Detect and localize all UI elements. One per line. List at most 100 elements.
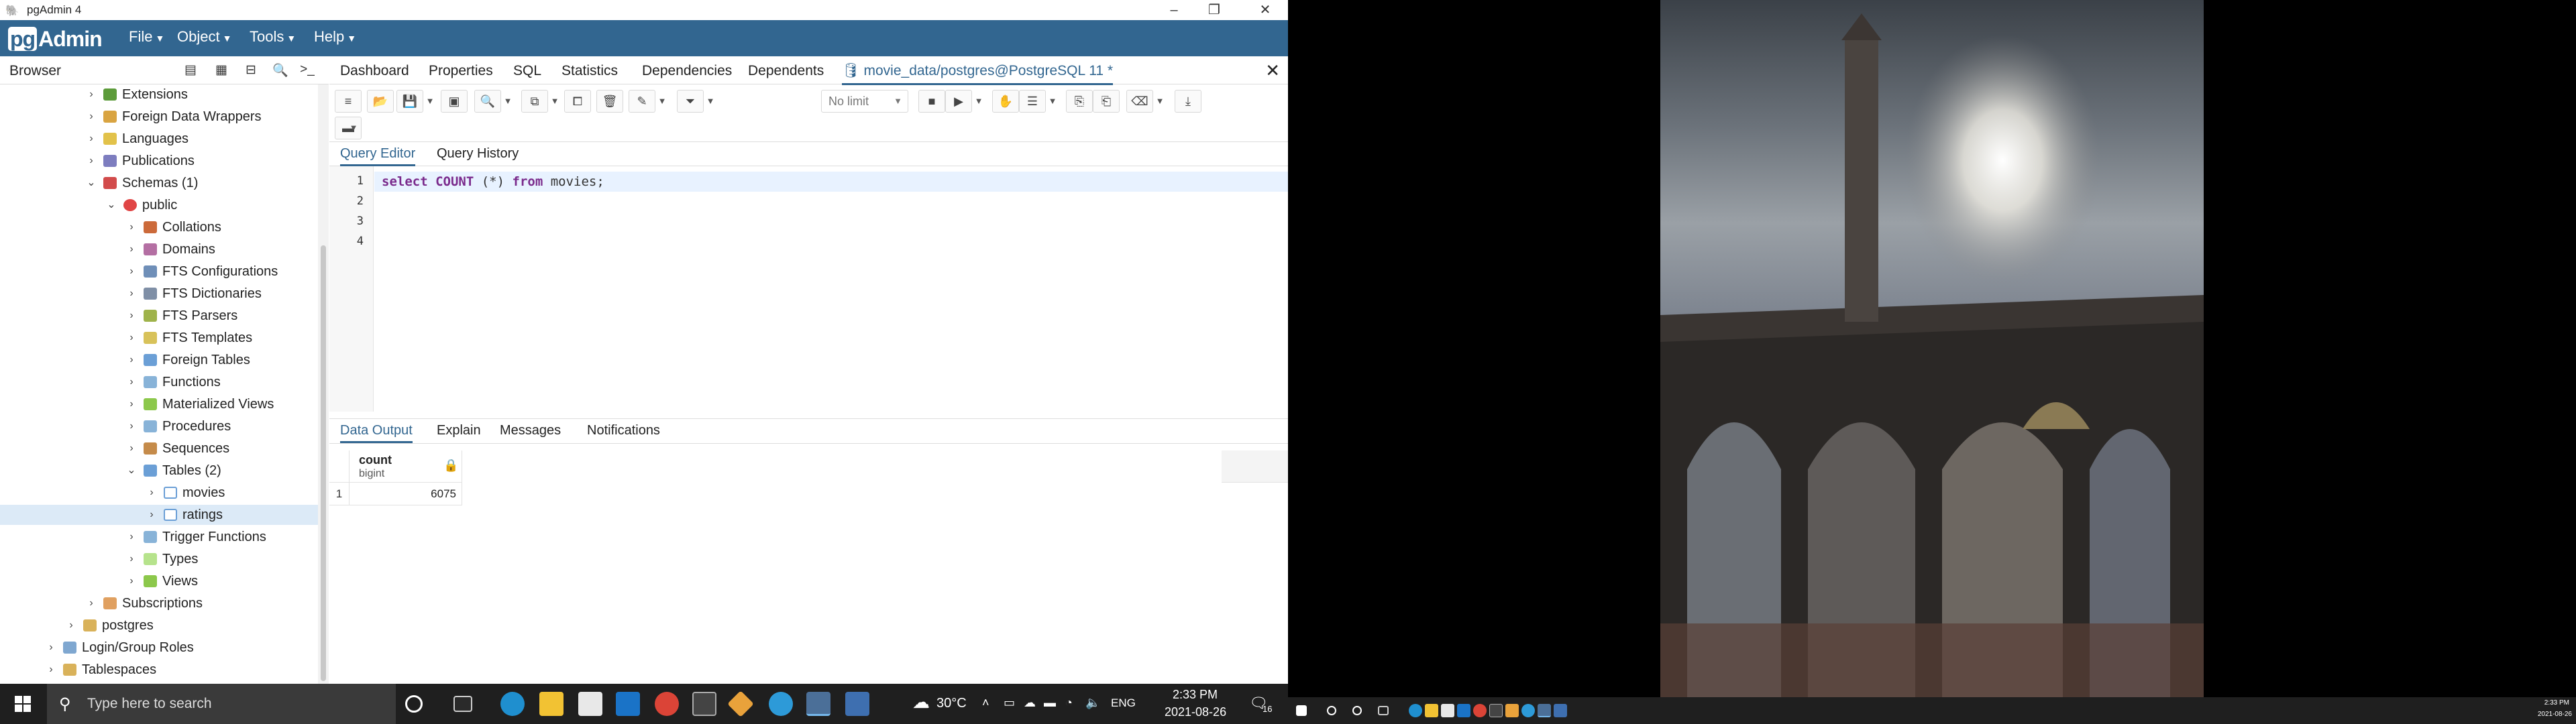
tab-notifications[interactable]: Notifications xyxy=(587,423,660,438)
close-tab-button[interactable]: ✕ xyxy=(1265,60,1280,81)
chevron-right-icon[interactable]: › xyxy=(126,328,137,348)
store-icon[interactable] xyxy=(578,692,602,716)
tab-dependents[interactable]: Dependents xyxy=(748,63,824,79)
chevron-right-icon[interactable]: › xyxy=(126,571,137,591)
chevron-right-icon[interactable]: › xyxy=(86,84,97,105)
chevron-right-icon[interactable]: › xyxy=(126,306,137,326)
tree-node-functions[interactable]: › Functions xyxy=(0,372,318,392)
tree-node-trigger-functions[interactable]: › Trigger Functions xyxy=(0,527,318,547)
chevron-right-icon[interactable]: › xyxy=(126,394,137,414)
file-explorer-icon[interactable] xyxy=(1425,704,1438,717)
chevron-right-icon[interactable]: › xyxy=(146,505,157,525)
tab-properties[interactable]: Properties xyxy=(429,63,493,79)
filter-icon[interactable]: ⏷ xyxy=(677,90,704,113)
tree-node-procedures[interactable]: › Procedures xyxy=(0,416,318,436)
tab-statistics[interactable]: Statistics xyxy=(561,63,618,79)
tab-dashboard[interactable]: Dashboard xyxy=(340,63,409,79)
calculator-icon[interactable] xyxy=(845,692,869,716)
chrome-alt-icon[interactable] xyxy=(1521,704,1535,717)
tree-node-tablespaces[interactable]: › Tablespaces xyxy=(0,660,318,680)
tree-node-ratings[interactable]: › ratings xyxy=(0,505,318,525)
tree-node-collations[interactable]: › Collations xyxy=(0,217,318,237)
sql-editor[interactable]: 1 2 3 4 select COUNT (*) from movies; xyxy=(329,166,1288,412)
tree-node-fts-templates[interactable]: › FTS Templates xyxy=(0,328,318,348)
commit-icon[interactable]: ⎘ xyxy=(1066,90,1093,113)
copy-icon[interactable]: ⧉ xyxy=(521,90,548,113)
tree-node-fts-configurations[interactable]: › FTS Configurations xyxy=(0,261,318,282)
close-window-button[interactable]: ✕ xyxy=(1245,0,1285,20)
tree-node-subscriptions[interactable]: › Subscriptions xyxy=(0,593,318,613)
explain-icon[interactable]: ✋ xyxy=(992,90,1019,113)
tab-dependencies[interactable]: Dependencies xyxy=(642,63,732,79)
tab-explain[interactable]: Explain xyxy=(437,423,481,438)
menu-tools[interactable]: Tools ▼ xyxy=(250,28,296,46)
battery-icon[interactable]: ▭ xyxy=(1004,696,1015,710)
language-indicator[interactable]: ENG xyxy=(1111,697,1136,710)
chevron-right-icon[interactable]: › xyxy=(126,350,137,370)
paste-icon[interactable]: ⧠ xyxy=(564,90,591,113)
display-icon[interactable]: ▬ xyxy=(1044,696,1056,710)
tab-query-tool[interactable]: 🛢 movie_data/postgres@PostgreSQL 11 * xyxy=(842,63,1114,85)
tree-node-domains[interactable]: › Domains xyxy=(0,239,318,259)
task-view-icon[interactable] xyxy=(1378,706,1389,715)
tree-node-foreign-tables[interactable]: › Foreign Tables xyxy=(0,350,318,370)
chevron-up-icon[interactable]: ˄ xyxy=(982,696,989,710)
weather-icon[interactable]: ☁ xyxy=(912,692,930,713)
pgadmin-taskbar-icon[interactable] xyxy=(1538,704,1551,717)
chevron-down-icon[interactable]: ⌄ xyxy=(106,195,117,215)
terminal-icon[interactable] xyxy=(692,692,716,716)
edge-icon[interactable] xyxy=(1409,704,1422,717)
tree-node-postgres[interactable]: › postgres xyxy=(0,615,318,636)
edit-icon[interactable]: ✎ xyxy=(629,90,655,113)
execute-icon[interactable]: ▶ xyxy=(945,90,972,113)
chevron-right-icon[interactable]: › xyxy=(126,284,137,304)
download-icon[interactable]: ⤓ xyxy=(1175,90,1201,113)
chevron-right-icon[interactable]: › xyxy=(126,416,137,436)
tree-node-languages[interactable]: › Languages xyxy=(0,129,318,149)
mail-icon[interactable] xyxy=(616,692,640,716)
view-data-icon[interactable]: ▦ xyxy=(213,62,229,78)
sourcetree-icon[interactable] xyxy=(727,690,754,717)
tree-node-fts-dictionaries[interactable]: › FTS Dictionaries xyxy=(0,284,318,304)
chevron-down-icon[interactable]: ▼ xyxy=(1153,90,1167,113)
chevron-down-icon[interactable]: ▼ xyxy=(704,90,717,113)
delete-icon[interactable]: 🗑 xyxy=(596,90,623,113)
clock-time[interactable]: 2:33 PM xyxy=(1173,688,1218,702)
menu-file[interactable]: File ▼ xyxy=(129,28,164,46)
tree-node-materialized-views[interactable]: › Materialized Views xyxy=(0,394,318,414)
windows-icon[interactable] xyxy=(1296,705,1307,716)
scrollbar-thumb[interactable] xyxy=(321,245,326,681)
calculator-icon[interactable] xyxy=(1554,704,1567,717)
clock-date[interactable]: 2021-08-26 xyxy=(2538,711,2572,718)
edge-icon[interactable] xyxy=(500,692,525,716)
cortana-icon[interactable] xyxy=(1352,706,1362,715)
chevron-right-icon[interactable]: › xyxy=(86,129,97,149)
chevron-right-icon[interactable]: › xyxy=(86,151,97,171)
object-properties-icon[interactable]: ▤ xyxy=(182,62,199,78)
chevron-down-icon[interactable]: ▼ xyxy=(655,90,669,113)
tree-node-login-group-roles[interactable]: › Login/Group Roles xyxy=(0,638,318,658)
chrome-alt-icon[interactable] xyxy=(769,692,793,716)
tree-node-types[interactable]: › Types xyxy=(0,549,318,569)
clock-date[interactable]: 2021-08-26 xyxy=(1165,705,1226,719)
psql-tool-icon[interactable]: >_ xyxy=(299,62,315,78)
search-icon[interactable] xyxy=(1327,706,1336,715)
clock-time[interactable]: 2:33 PM xyxy=(2544,699,2569,707)
find-icon[interactable]: 🔍 xyxy=(474,90,501,113)
start-button[interactable] xyxy=(0,684,47,724)
tree-node-movies[interactable]: › movies xyxy=(0,483,318,503)
minimize-button[interactable]: – xyxy=(1154,0,1194,20)
clear-icon[interactable]: ⌫ xyxy=(1126,90,1153,113)
chevron-down-icon[interactable]: ▼ xyxy=(1046,90,1059,113)
pgadmin-taskbar-icon[interactable] xyxy=(806,692,830,716)
file-explorer-icon[interactable] xyxy=(539,692,564,716)
query-menu-icon[interactable]: ≡ xyxy=(335,90,362,113)
chevron-right-icon[interactable]: › xyxy=(46,660,56,680)
terminal-icon[interactable] xyxy=(1489,704,1503,717)
volume-icon[interactable]: 🔈 xyxy=(1085,696,1100,710)
tree-node-schemas[interactable]: ⌄ Schemas (1) xyxy=(0,173,318,193)
chevron-right-icon[interactable]: › xyxy=(126,527,137,547)
chevron-right-icon[interactable]: › xyxy=(126,372,137,392)
menu-object[interactable]: Object ▼ xyxy=(177,28,231,46)
grid-select-all[interactable] xyxy=(329,450,350,483)
